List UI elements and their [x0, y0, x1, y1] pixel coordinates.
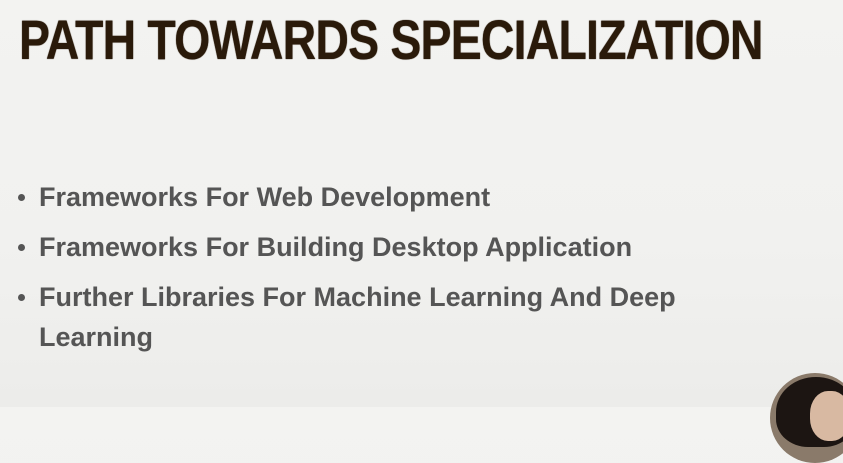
bullet-text: Frameworks For Web Development	[39, 182, 491, 212]
slide-title: PATH TOWARDS SPECIALIZATION	[19, 8, 763, 71]
presenter-webcam	[770, 373, 843, 463]
bullet-dot-icon	[18, 294, 25, 301]
presentation-slide: PATH TOWARDS SPECIALIZATION Frameworks F…	[0, 0, 843, 463]
bullet-list: Frameworks For Web Development Framework…	[16, 177, 796, 367]
bullet-item: Frameworks For Web Development	[16, 177, 796, 217]
bullet-item: Frameworks For Building Desktop Applicat…	[16, 227, 796, 267]
bullet-dot-icon	[18, 244, 25, 251]
bullet-text: Further Libraries For Machine Learning A…	[39, 282, 676, 352]
bullet-item: Further Libraries For Machine Learning A…	[16, 277, 796, 357]
bullet-dot-icon	[18, 194, 25, 201]
presenter-face	[810, 391, 843, 441]
bullet-text: Frameworks For Building Desktop Applicat…	[39, 232, 633, 262]
